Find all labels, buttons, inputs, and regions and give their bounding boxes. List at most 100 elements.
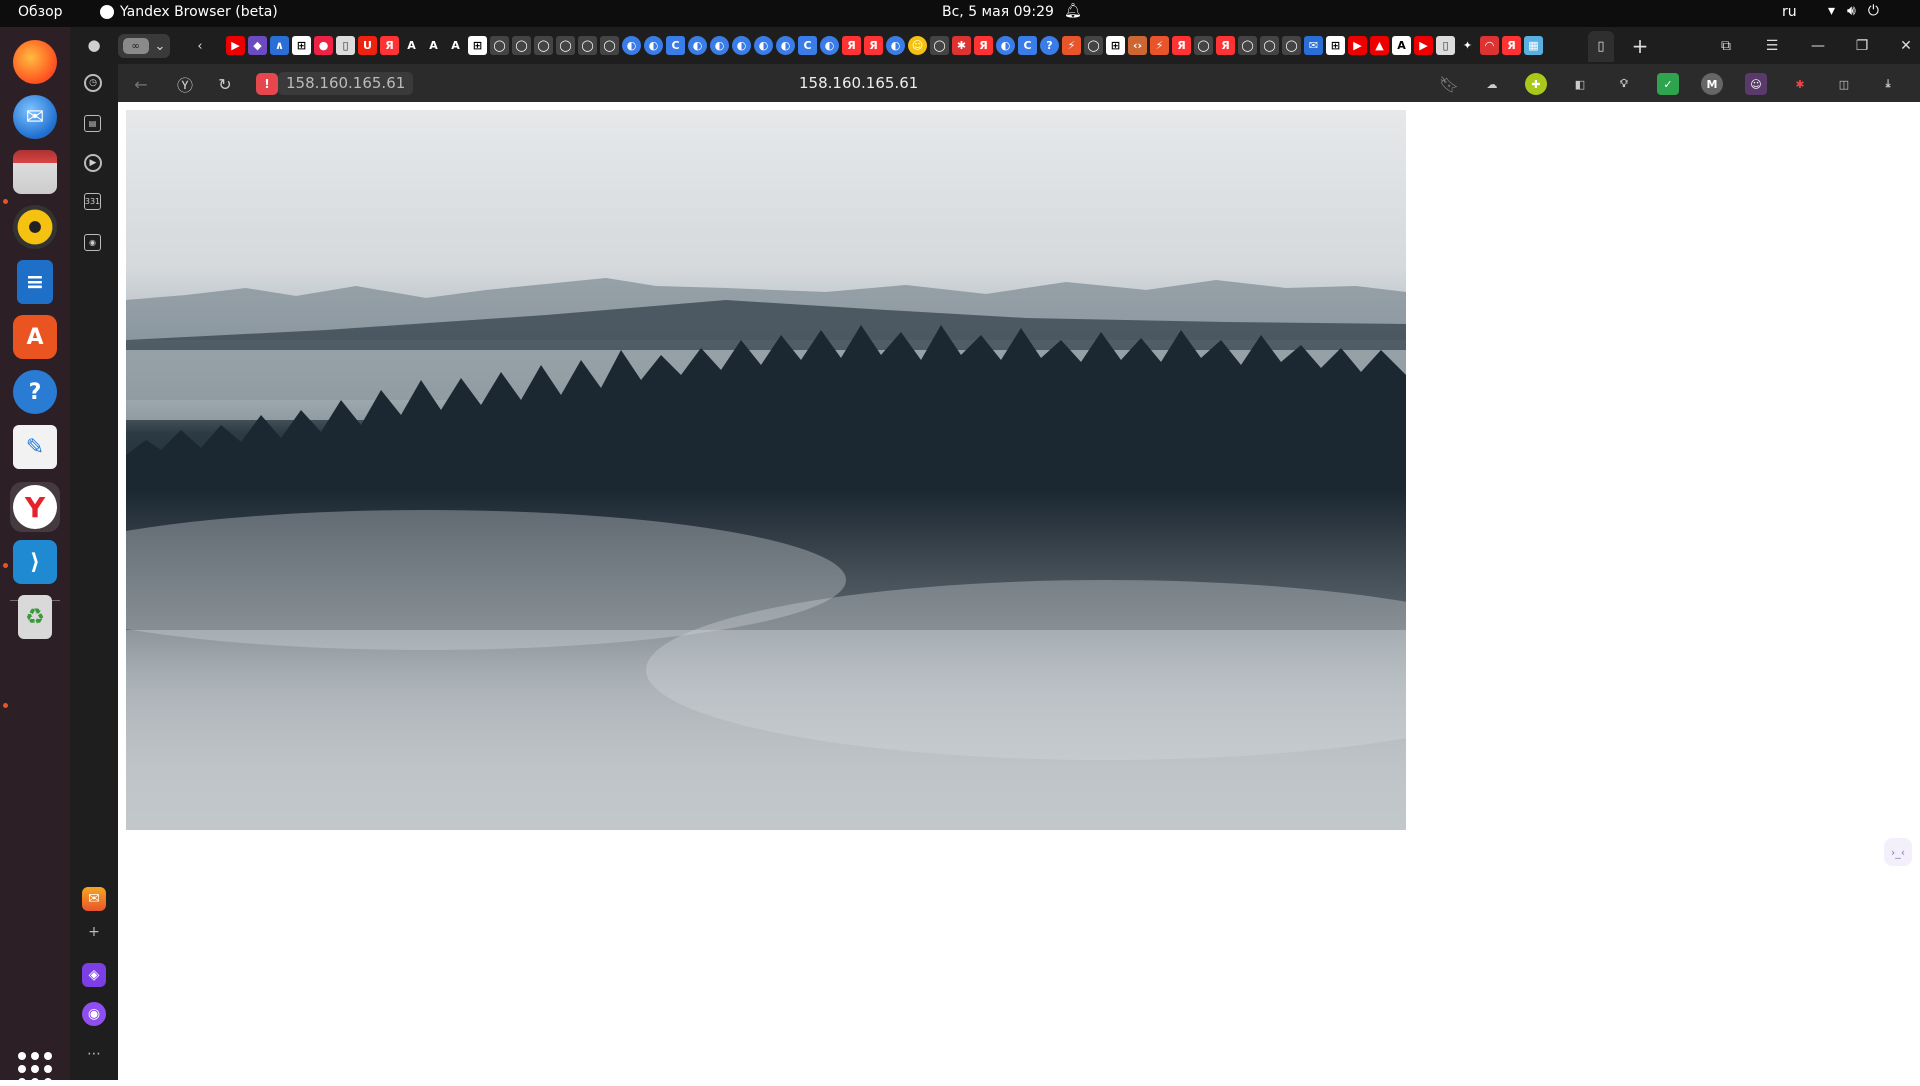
tab-c[interactable]: C [1018, 36, 1037, 55]
active-tab[interactable]: ▯ [1588, 31, 1614, 62]
tab-youtube[interactable]: ▶ [1414, 36, 1433, 55]
dock-vscode[interactable]: ⟩ [10, 537, 60, 587]
tab-font-a[interactable]: A [446, 36, 465, 55]
tab-blue[interactable]: ◐ [776, 36, 795, 55]
tab-font-a[interactable]: A [402, 36, 421, 55]
tab-yandex[interactable]: Я [1172, 36, 1191, 55]
tab-github[interactable]: ◯ [578, 36, 597, 55]
tab-yandex[interactable]: Я [974, 36, 993, 55]
tab-grid[interactable]: ⊞ [1106, 36, 1125, 55]
yandex-home-icon[interactable]: Ⓨ [174, 73, 196, 95]
tab-chart[interactable]: ∧ [270, 36, 289, 55]
browser-menu-icon[interactable]: ☰ [1760, 34, 1784, 58]
tab-github[interactable]: ◯ [1084, 36, 1103, 55]
system-tray[interactable]: ▾ 🔊︎ ⏻ [1828, 3, 1879, 19]
tab-orange[interactable]: ⚡ [1062, 36, 1081, 55]
tab-grid[interactable]: ⊞ [468, 36, 487, 55]
back-icon[interactable]: ← [130, 73, 152, 95]
weather-extension-icon[interactable]: ☁ [1481, 73, 1503, 95]
protect-warning-icon[interactable]: ! [256, 73, 278, 95]
tab-youtube[interactable]: ▶ [226, 36, 245, 55]
sidebar-extension-icon[interactable]: ◫ [1833, 73, 1855, 95]
mail-icon[interactable]: ✉ [82, 887, 106, 911]
tab-list-icon[interactable]: ⧉ [1714, 34, 1738, 58]
app-menu[interactable]: Yandex Browser (beta) [100, 4, 278, 20]
collections-icon[interactable]: ▤ [84, 115, 101, 132]
tab-github[interactable]: ◯ [1282, 36, 1301, 55]
tab-github[interactable]: ◯ [1194, 36, 1213, 55]
tab-blue[interactable]: ◐ [996, 36, 1015, 55]
media-play-icon[interactable]: ▶ [84, 154, 102, 172]
dock-firefox[interactable] [10, 37, 60, 87]
notification-bell-icon[interactable]: 🔔︎ [1064, 3, 1082, 19]
tab-doc[interactable]: ▯ [1436, 36, 1455, 55]
tab-scroll-left-icon[interactable]: ‹ [190, 34, 210, 58]
lightbulb-extension-icon[interactable]: 💡︎ [1613, 73, 1635, 95]
minimize-icon[interactable]: — [1806, 34, 1830, 58]
show-applications-icon[interactable] [18, 1052, 52, 1086]
tab-github[interactable]: ◯ [600, 36, 619, 55]
tab-orange[interactable]: ⚡ [1150, 36, 1169, 55]
tab-mail[interactable]: ✉ [1304, 36, 1323, 55]
close-icon[interactable]: ✕ [1894, 34, 1918, 58]
messenger-icon[interactable]: ◈ [82, 963, 106, 987]
tab-pin[interactable]: ● [314, 36, 333, 55]
tab-github[interactable]: ◯ [1238, 36, 1257, 55]
dock-help[interactable]: ? [10, 367, 60, 417]
tab-youtube[interactable]: ▶ [1348, 36, 1367, 55]
dock-app-center[interactable]: A [10, 312, 60, 362]
dock-text-editor[interactable]: ✎ [10, 422, 60, 472]
tab-yandex[interactable]: Я [842, 36, 861, 55]
tab-blue[interactable]: ◐ [732, 36, 751, 55]
dock-rhythmbox[interactable] [10, 202, 60, 252]
tab-help[interactable]: ? [1040, 36, 1059, 55]
green-extension-icon[interactable]: ✚ [1525, 73, 1547, 95]
tab-github[interactable]: ◯ [1260, 36, 1279, 55]
cat-extension-icon[interactable]: ☺ [1745, 73, 1767, 95]
tab-github[interactable]: ◯ [930, 36, 949, 55]
tab-red-arc[interactable]: ◠ [1480, 36, 1499, 55]
address-bar[interactable]: 158.160.165.61 [799, 74, 918, 92]
tab-yandex[interactable]: Я [1502, 36, 1521, 55]
bug-extension-icon[interactable]: ✱ [1789, 73, 1811, 95]
profile-icon[interactable]: ● [84, 35, 104, 55]
tab-github[interactable]: ◯ [534, 36, 553, 55]
tab-shield[interactable]: ◆ [248, 36, 267, 55]
tab-blue[interactable]: ◐ [688, 36, 707, 55]
tab-github[interactable]: ◯ [490, 36, 509, 55]
tab-github[interactable]: ◯ [512, 36, 531, 55]
activities-button[interactable]: Обзор [18, 4, 63, 20]
restore-icon[interactable]: ❐ [1850, 34, 1874, 58]
screenshot-icon[interactable]: ◉ [84, 234, 101, 251]
tab-c[interactable]: C [666, 36, 685, 55]
tab-github[interactable]: ◯ [556, 36, 575, 55]
tab-yandex[interactable]: Я [380, 36, 399, 55]
dock-files[interactable] [10, 147, 60, 197]
dock-yandex-browser[interactable]: Y [10, 482, 60, 532]
calendar-icon[interactable]: 331 [84, 193, 101, 210]
address-chip[interactable]: 158.160.165.61 [278, 72, 414, 95]
tab-blue[interactable]: ◐ [622, 36, 641, 55]
more-icon[interactable]: ⋯ [82, 1042, 106, 1066]
tab-blue[interactable]: ◐ [820, 36, 839, 55]
tab-yandex[interactable]: Я [864, 36, 883, 55]
tab-grid[interactable]: ⊞ [292, 36, 311, 55]
puzzle-extension-icon[interactable]: ◧ [1569, 73, 1591, 95]
tab-blue[interactable]: ◐ [754, 36, 773, 55]
tab-u[interactable]: U [358, 36, 377, 55]
history-icon[interactable]: ◷ [84, 74, 102, 92]
floating-widget-icon[interactable]: ›_‹ [1884, 838, 1912, 866]
tab-doc[interactable]: ▯ [336, 36, 355, 55]
tab-blue[interactable]: ◐ [886, 36, 905, 55]
tab-image[interactable]: ▦ [1524, 36, 1543, 55]
tab-c[interactable]: C [798, 36, 817, 55]
tab-grid[interactable]: ⊞ [1326, 36, 1345, 55]
tab-emoji[interactable]: ☺ [908, 36, 927, 55]
tab-red-triangle[interactable]: ▲ [1370, 36, 1389, 55]
tab-groups-button[interactable]: ∞ ⌄ [118, 34, 170, 58]
tab-code[interactable]: ‹› [1128, 36, 1147, 55]
m-extension-icon[interactable]: M [1701, 73, 1723, 95]
tab-a[interactable]: A [1392, 36, 1411, 55]
language-indicator[interactable]: ru [1782, 4, 1797, 20]
add-panel-icon[interactable]: + [82, 920, 106, 944]
